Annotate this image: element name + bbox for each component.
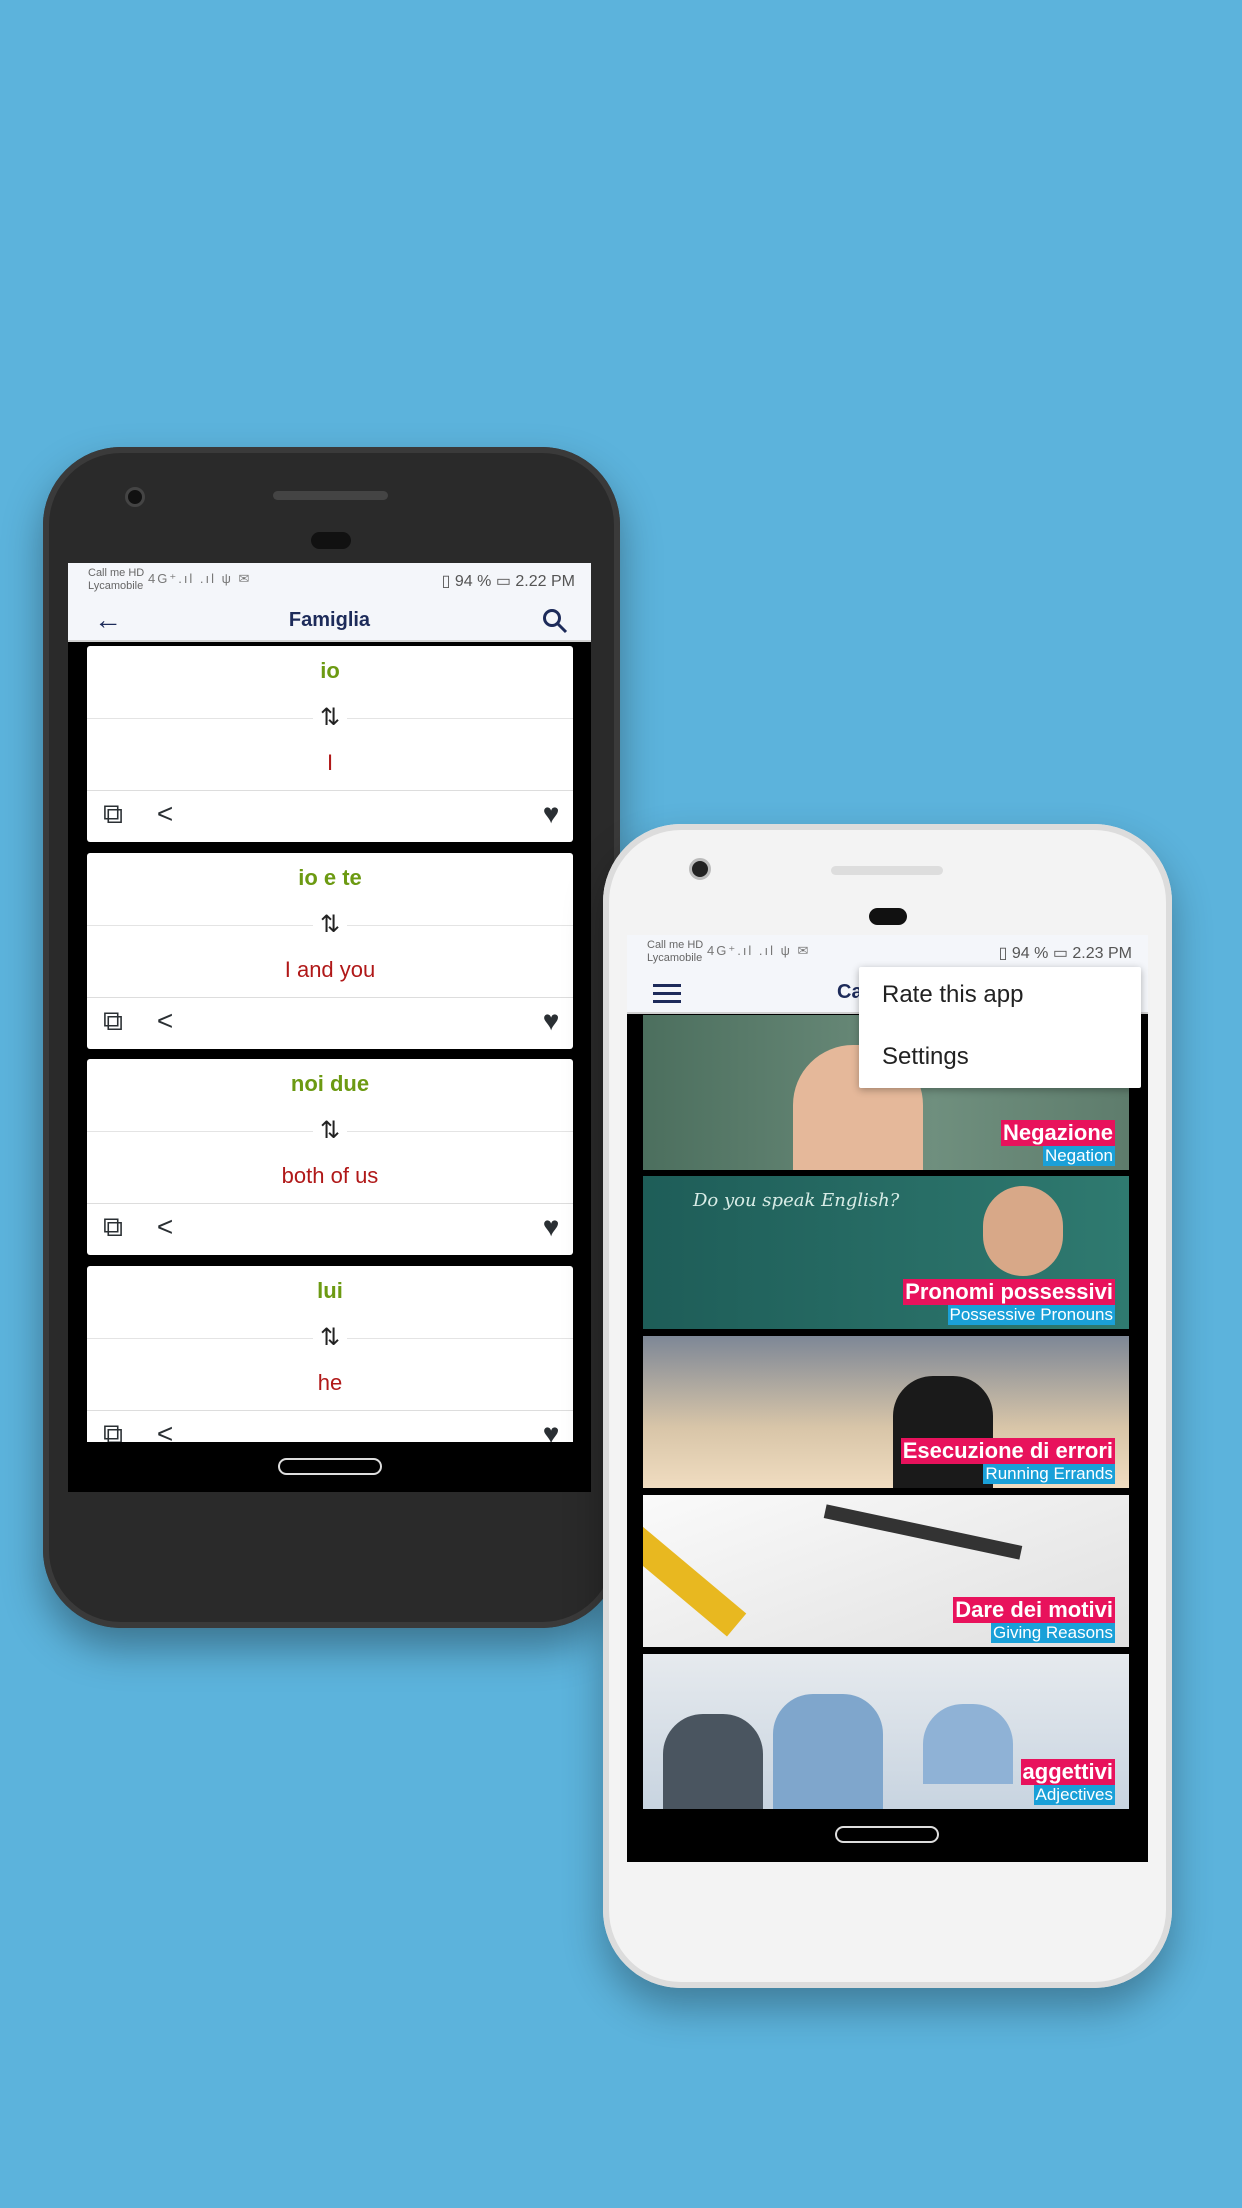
category-title-italian: Negazione [1000, 1120, 1115, 1146]
front-camera [689, 858, 711, 880]
copy-icon[interactable]: ⧉ [97, 798, 129, 830]
english-phrase: I [326, 750, 334, 775]
home-button[interactable] [278, 1458, 382, 1475]
menu-item-settings[interactable]: Settings [882, 1043, 969, 1071]
battery-percent: 94 % [1011, 945, 1049, 962]
italian-phrase: io [320, 658, 340, 683]
share-icon[interactable]: < [149, 1005, 181, 1037]
swap-icon: ⇅ [313, 911, 347, 939]
sensor [311, 532, 351, 549]
battery-percent: 94 % [454, 573, 492, 590]
app-bar: ← Famiglia [68, 600, 591, 642]
swap-icon: ⇅ [313, 704, 347, 732]
category-tile[interactable]: Do you speak English? Pronomi possessivi… [643, 1176, 1129, 1329]
menu-item-rate-app[interactable]: Rate this app [882, 981, 1023, 1009]
hamburger-icon[interactable] [653, 984, 681, 1003]
heart-icon[interactable]: ♥ [535, 798, 567, 830]
category-title-english: Giving Reasons [990, 1623, 1115, 1643]
category-title-english: Adjectives [1033, 1785, 1115, 1805]
phrase-card: io e te ⇅ I and you ⧉ < ♥ [87, 853, 573, 1049]
heart-icon[interactable]: ♥ [535, 1211, 567, 1243]
italian-phrase: noi due [290, 1071, 370, 1096]
battery-icon: ▭ [495, 573, 511, 590]
photo-people [923, 1704, 1013, 1784]
phrase-card: lui ⇅ he ⧉ < ♥ [87, 1266, 573, 1462]
category-tile[interactable]: Esecuzione di errori Running Errands [643, 1336, 1129, 1488]
copy-icon[interactable]: ⧉ [97, 1005, 129, 1037]
status-bar: Call me HD Lycamobile 4G⁺.ıl .ıl ψ ✉ ▯ 94… [68, 563, 591, 600]
category-title-english: Negation [1042, 1146, 1115, 1166]
phrase-card: io ⇅ I ⧉ < ♥ [87, 646, 573, 842]
phrase-card: noi due ⇅ both of us ⧉ < ♥ [87, 1059, 573, 1255]
battery-icon: ▭ [1052, 945, 1068, 962]
category-title-english: Possessive Pronouns [947, 1305, 1115, 1325]
photo-pencil [643, 1523, 747, 1637]
carrier-label: Call me HD [647, 939, 704, 951]
search-icon[interactable] [542, 608, 568, 634]
clock: 2.22 PM [515, 573, 575, 590]
home-button[interactable] [835, 1826, 939, 1843]
carrier-name: Lycamobile [88, 580, 144, 592]
share-icon[interactable]: < [149, 1211, 181, 1243]
category-title-english: Running Errands [983, 1464, 1115, 1484]
speaker-grille [273, 491, 388, 500]
vibrate-icon: ▯ [998, 945, 1012, 962]
vibrate-icon: ▯ [441, 573, 455, 590]
phrase-list[interactable]: io ⇅ I ⧉ < ♥ io e te ⇅ I and you ⧉ < ♥ n… [68, 642, 591, 1462]
sensor [869, 908, 907, 925]
nav-bar [68, 1442, 591, 1492]
category-list[interactable]: Negazione Negation Do you speak English? … [627, 1015, 1148, 1812]
nav-bar [627, 1812, 1148, 1862]
photo-people [663, 1714, 763, 1809]
photo-teacher [983, 1186, 1063, 1276]
front-camera [125, 487, 145, 507]
category-title-italian: aggettivi [1020, 1759, 1115, 1785]
page-title: Famiglia [288, 609, 371, 631]
copy-icon[interactable]: ⧉ [97, 1211, 129, 1243]
category-title-italian: Pronomi possessivi [903, 1279, 1115, 1305]
carrier-label: Call me HD [88, 567, 145, 579]
overflow-menu: Rate this app Settings [859, 967, 1141, 1088]
swap-icon: ⇅ [313, 1324, 347, 1352]
signal-icons: 4G⁺.ıl .ıl ψ ✉ [707, 943, 811, 958]
category-tile[interactable]: Dare dei motivi Giving Reasons [643, 1495, 1129, 1647]
english-phrase: both of us [281, 1163, 379, 1188]
photo-pen [823, 1504, 1023, 1560]
photo-people [773, 1694, 883, 1809]
italian-phrase: lui [317, 1278, 343, 1303]
heart-icon[interactable]: ♥ [535, 1005, 567, 1037]
category-title-italian: Esecuzione di errori [900, 1438, 1115, 1464]
share-icon[interactable]: < [149, 798, 181, 830]
chalkboard-text: Do you speak English? [693, 1190, 900, 1211]
clock: 2.23 PM [1072, 945, 1132, 962]
signal-icons: 4G⁺.ıl .ıl ψ ✉ [148, 571, 252, 586]
english-phrase: he [317, 1370, 343, 1395]
carrier-name: Lycamobile [647, 952, 703, 964]
english-phrase: I and you [284, 957, 376, 982]
speaker-grille [831, 866, 943, 875]
category-title-italian: Dare dei motivi [953, 1597, 1115, 1623]
category-tile[interactable]: aggettivi Adjectives [643, 1654, 1129, 1809]
swap-icon: ⇅ [313, 1117, 347, 1145]
italian-phrase: io e te [298, 865, 362, 890]
left-screen: Call me HD Lycamobile 4G⁺.ıl .ıl ψ ✉ ▯ 94… [68, 563, 591, 1492]
